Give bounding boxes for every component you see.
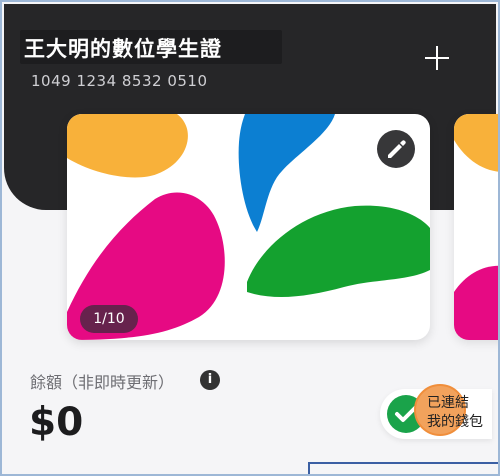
edit-card-button[interactable] [377,130,415,168]
balance-value: $0 [29,400,84,445]
next-card-artwork [454,114,500,340]
next-card-pink-shape [454,265,500,340]
balance-label: 餘額（非即時更新） [30,373,175,392]
card-number: 1049 1234 8532 0510 [31,72,208,90]
card-orange-shape [67,114,188,178]
wallet-status-line2: 我的錢包 [427,414,483,430]
info-icon[interactable]: i [200,370,220,390]
next-card-peek[interactable] [454,114,500,340]
card-page-indicator: 1/10 [80,305,138,333]
pencil-icon [388,140,406,158]
wallet-status-line1: 已連結 [427,395,469,411]
bottom-panel-edge [308,462,498,476]
card-green-shape [247,205,430,298]
plus-icon[interactable] [425,46,449,70]
page-title: 王大明的數位學生證 [24,37,222,61]
next-card-orange-shape [454,114,500,172]
wallet-status-text: 已連結 我的錢包 [427,394,497,432]
